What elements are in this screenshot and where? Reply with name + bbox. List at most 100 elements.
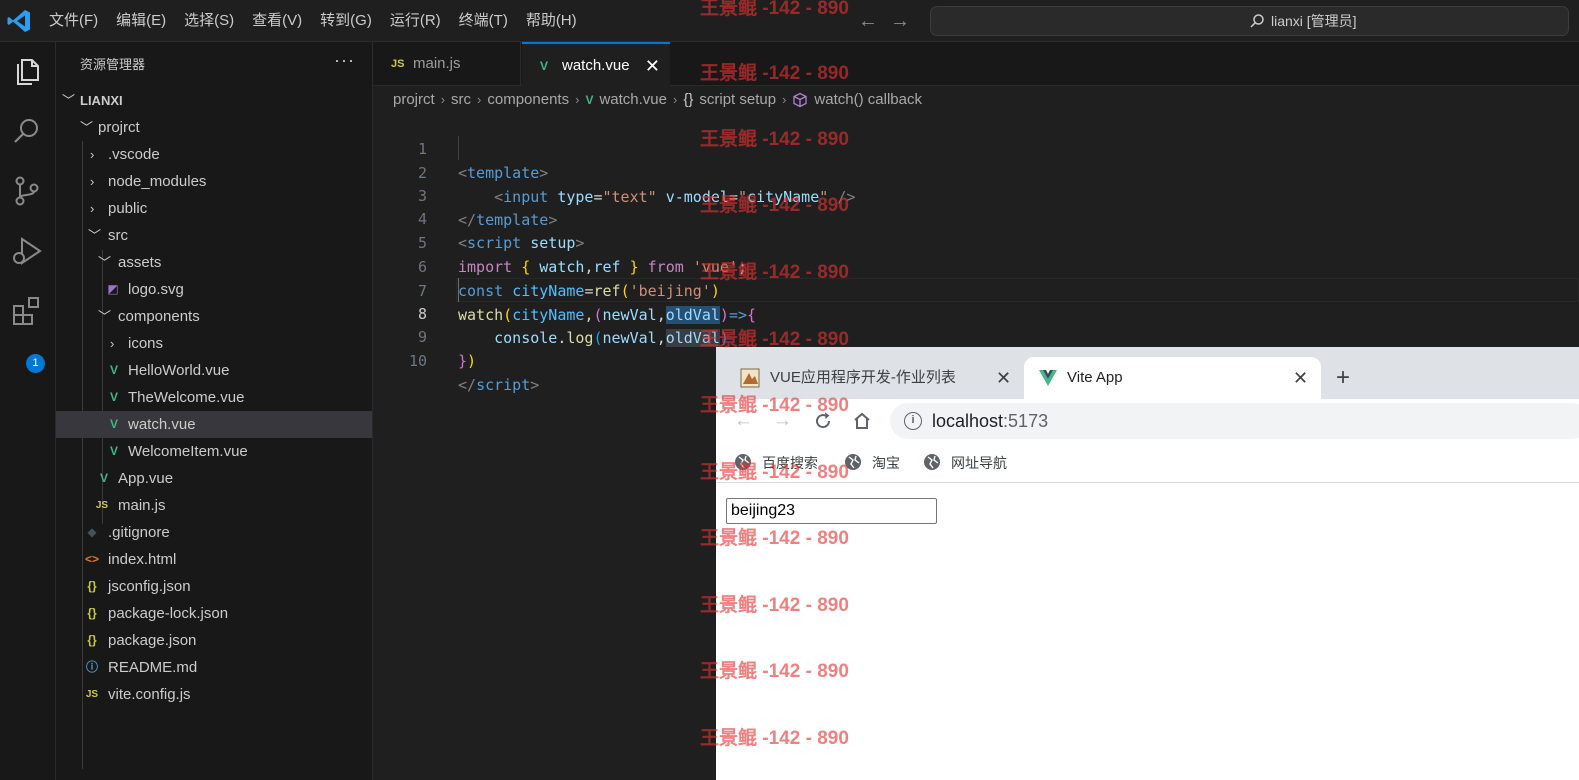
json-file-icon: {} bbox=[87, 579, 97, 593]
breadcrumb-item[interactable]: watch() callback bbox=[814, 88, 922, 112]
close-icon[interactable]: ✕ bbox=[645, 44, 660, 88]
tree-folder-vscode[interactable]: › .vscode bbox=[56, 141, 372, 168]
svg-file-icon: ◩ bbox=[107, 282, 119, 296]
globe-icon bbox=[845, 454, 861, 470]
tree-folder-node-modules[interactable]: › node_modules bbox=[56, 168, 372, 195]
source-control-icon[interactable] bbox=[10, 174, 44, 208]
breadcrumb-item[interactable]: watch.vue bbox=[599, 88, 667, 112]
menu-run[interactable]: 运行(R) bbox=[381, 0, 450, 42]
breadcrumb-item[interactable]: components bbox=[487, 88, 569, 112]
tree-file-package-lock-json[interactable]: {} package-lock.json bbox=[56, 600, 372, 627]
bookmarks-bar: 百度搜索 淘宝 网址导航 bbox=[716, 443, 1579, 483]
tree-file-readme-md[interactable]: ⓘ README.md bbox=[56, 654, 372, 681]
tree-file-welcomeitem-vue[interactable]: V WelcomeItem.vue bbox=[56, 438, 372, 465]
close-icon[interactable]: ✕ bbox=[1293, 357, 1308, 399]
close-icon[interactable]: ✕ bbox=[996, 357, 1011, 399]
json-file-icon: {} bbox=[87, 633, 97, 647]
html-file-icon: <> bbox=[84, 552, 99, 566]
command-center[interactable]: lianxi [管理员] bbox=[930, 6, 1569, 36]
vue-file-icon: V bbox=[109, 417, 118, 431]
tree-file-package-json[interactable]: {} package.json bbox=[56, 627, 372, 654]
braces-symbol-icon: {} bbox=[683, 91, 694, 108]
code-line: 1 <template> bbox=[417, 140, 549, 182]
breadcrumb-item[interactable]: src bbox=[451, 88, 471, 112]
explorer-root[interactable]: ﹀ LIANXI bbox=[56, 87, 372, 114]
address-bar[interactable]: i localhost:5173 bbox=[890, 403, 1579, 439]
tree-file-thewelcome-vue[interactable]: V TheWelcome.vue bbox=[56, 384, 372, 411]
chevron-right-icon: › bbox=[90, 174, 95, 189]
tree-file-logo-svg[interactable]: ◩ logo.svg bbox=[56, 276, 372, 303]
go-forward-icon[interactable]: → bbox=[890, 8, 910, 34]
browser-toolbar: ← → i localhost:5173 bbox=[716, 399, 1579, 443]
vue-file-icon: V bbox=[540, 59, 549, 73]
tree-file-main-js[interactable]: JS main.js bbox=[56, 492, 372, 519]
run-debug-icon[interactable] bbox=[10, 234, 44, 268]
browser-tab-strip: VUE应用程序开发-作业列表 ✕ Vite App ✕ + bbox=[716, 347, 1579, 399]
chevron-down-icon: ﹀ bbox=[88, 228, 102, 243]
tree-folder-src[interactable]: ﹀ src bbox=[56, 222, 372, 249]
forward-arrow-icon[interactable]: → bbox=[773, 409, 792, 433]
city-name-input[interactable] bbox=[726, 498, 937, 524]
code-line: 5 import { watch,ref } from 'vue'; bbox=[417, 234, 747, 276]
menu-terminal[interactable]: 终端(T) bbox=[450, 0, 517, 42]
chevron-right-icon: › bbox=[110, 336, 115, 351]
info-icon[interactable]: i bbox=[904, 412, 922, 430]
tree-folder-projrct[interactable]: ﹀ projrct bbox=[56, 114, 372, 141]
browser-window: VUE应用程序开发-作业列表 ✕ Vite App ✕ + ← → i loca… bbox=[716, 347, 1579, 780]
tree-folder-public[interactable]: › public bbox=[56, 195, 372, 222]
tree-folder-icons[interactable]: › icons bbox=[56, 330, 372, 357]
chevron-right-icon: › bbox=[440, 92, 446, 107]
browser-tab-homework[interactable]: VUE应用程序开发-作业列表 ✕ bbox=[716, 357, 1024, 399]
code-line: 10 </script> bbox=[408, 352, 540, 394]
method-cube-icon bbox=[793, 92, 808, 108]
chevron-down-icon: ﹀ bbox=[98, 309, 112, 324]
tree-file-index-html[interactable]: <> index.html bbox=[56, 546, 372, 573]
menu-go[interactable]: 转到(G) bbox=[311, 0, 381, 42]
code-line: 9 }) bbox=[417, 328, 477, 370]
vue-file-icon: V bbox=[109, 444, 118, 458]
tab-main-js[interactable]: JS main.js bbox=[373, 42, 521, 86]
chevron-right-icon: › bbox=[782, 92, 787, 107]
new-tab-button[interactable]: + bbox=[1336, 361, 1350, 395]
reload-icon[interactable] bbox=[813, 411, 833, 431]
code-line-current: 8 console.log(newVal,oldVal) bbox=[417, 305, 729, 347]
chevron-down-icon: ﹀ bbox=[62, 93, 76, 108]
menu-file[interactable]: 文件(F) bbox=[40, 0, 107, 42]
code-line: 3 </template> bbox=[417, 187, 558, 229]
tree-folder-assets[interactable]: ﹀ assets bbox=[56, 249, 372, 276]
tree-folder-components[interactable]: ﹀ components bbox=[56, 303, 372, 330]
extensions-icon[interactable] bbox=[10, 294, 44, 328]
go-back-icon[interactable]: ← bbox=[858, 8, 878, 34]
search-icon[interactable] bbox=[10, 114, 44, 148]
url-port: :5173 bbox=[1003, 411, 1049, 431]
globe-icon bbox=[735, 454, 751, 470]
tab-watch-vue[interactable]: V watch.vue ✕ bbox=[522, 42, 670, 86]
breadcrumb-item[interactable]: projrct bbox=[393, 88, 435, 112]
chevron-right-icon: › bbox=[90, 201, 95, 216]
home-icon[interactable] bbox=[852, 411, 872, 431]
chevron-right-icon: › bbox=[575, 92, 580, 107]
code-line: 6 const cityName=ref('beijing') bbox=[417, 258, 720, 300]
command-center-label: lianxi [管理员] bbox=[1271, 13, 1357, 29]
tree-file-vite-config-js[interactable]: JS vite.config.js bbox=[56, 681, 372, 708]
more-actions-icon[interactable]: ··· bbox=[334, 50, 355, 71]
back-arrow-icon[interactable]: ← bbox=[734, 409, 753, 433]
menu-edit[interactable]: 编辑(E) bbox=[107, 0, 175, 42]
browser-tab-vite-app[interactable]: Vite App ✕ bbox=[1024, 357, 1321, 399]
tree-file-helloworld-vue[interactable]: V HelloWorld.vue bbox=[56, 357, 372, 384]
globe-icon bbox=[924, 454, 940, 470]
menu-view[interactable]: 查看(V) bbox=[243, 0, 311, 42]
chevron-down-icon: ﹀ bbox=[98, 255, 112, 270]
breadcrumb-item[interactable]: script setup bbox=[699, 88, 776, 112]
tree-file-gitignore[interactable]: ◆ .gitignore bbox=[56, 519, 372, 546]
menu-selection[interactable]: 选择(S) bbox=[175, 0, 243, 42]
js-file-icon: JS bbox=[85, 689, 99, 700]
menu-help[interactable]: 帮助(H) bbox=[517, 0, 586, 42]
vue-logo-icon bbox=[1039, 370, 1057, 386]
tree-file-watch-vue[interactable]: V watch.vue bbox=[56, 411, 372, 438]
history-navigation: ← → bbox=[858, 8, 910, 34]
tree-file-jsconfig-json[interactable]: {} jsconfig.json bbox=[56, 573, 372, 600]
tree-file-app-vue[interactable]: V App.vue bbox=[56, 465, 372, 492]
explorer-files-icon[interactable] bbox=[10, 54, 44, 88]
code-line: 4 <script setup> bbox=[417, 210, 585, 252]
